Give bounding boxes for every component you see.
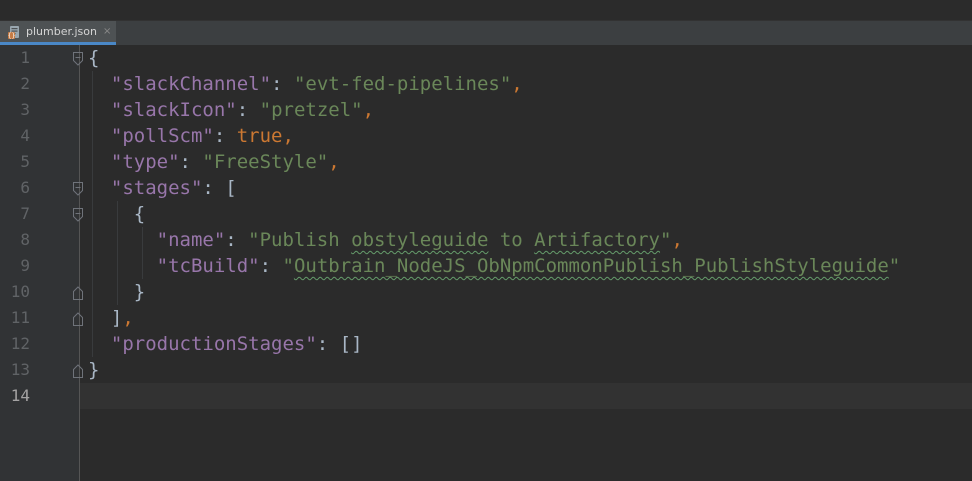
close-icon[interactable]: × [103,26,111,37]
code-line[interactable]: "productionStages": [] [88,331,363,357]
code-token: , [282,125,294,147]
code-line[interactable]: "tcBuild": "Outbrain_NodeJS_ObNpmCommonP… [88,253,901,279]
code-line[interactable]: "stages": [ [88,175,237,201]
code-line[interactable]: "type": "FreeStyle", [88,149,340,175]
code-token: "pollScm" [110,125,214,147]
fold-collapse-icon[interactable] [72,181,84,196]
code-token: "productionStages" [110,333,317,355]
code-line[interactable]: "pollScm": true, [88,123,294,149]
code-token: , [122,307,134,329]
code-token: : [259,255,283,277]
fold-collapse-icon[interactable] [72,207,84,222]
code-token: "slackChannel" [110,73,272,95]
code-line[interactable]: } [88,279,145,305]
code-token: " [888,255,901,277]
code-token: , [362,99,375,121]
code-token: "tcBuild" [156,255,260,277]
json-file-icon: {} [8,25,22,39]
code-token: Outbrain_NodeJS_ObNpmCommonPublish_Publi… [293,255,889,277]
code-token: : [225,229,249,251]
line-number: 7 [20,204,30,223]
line-number: 2 [20,74,30,93]
code-token: , [671,229,683,251]
line-number: 8 [20,230,30,249]
code-line[interactable]: "slackChannel": "evt-fed-pipelines", [88,71,523,97]
code-token: } [88,281,146,303]
svg-text:{}: {} [8,32,15,39]
gutter-divider [79,45,80,481]
fold-end-icon[interactable] [72,285,84,300]
code-line[interactable]: } [88,357,99,383]
fold-collapse-icon[interactable] [72,51,84,66]
code-token: "FreeStyle" [202,151,329,173]
editor-tab-bar: {} plumber.json × [0,20,972,45]
fold-end-icon[interactable] [72,363,84,378]
tab-plumber-json[interactable]: {} plumber.json × [0,21,116,45]
line-number: 13 [10,360,30,379]
code-line[interactable]: { [88,201,145,227]
code-editor[interactable]: 1 2 3 4 5 6 7 8 9 10 11 12 13 14{ "slackChannel": "ev… [0,45,972,481]
code-token: { [88,47,100,69]
code-token: : [179,151,203,173]
code-token: : [271,73,294,95]
code-token: : [236,99,260,121]
code-token: " [282,255,294,277]
line-number: 10 [10,282,30,301]
code-token: "name" [156,229,226,251]
code-line[interactable]: { [88,45,99,71]
line-number: 12 [10,334,30,353]
code-token: Artifactory [534,229,661,251]
code-token: "Publish [248,229,352,251]
code-token: obstyleguide [351,229,489,251]
code-token: "pretzel" [259,99,363,121]
fold-end-icon[interactable] [72,311,84,326]
code-token: to [488,229,535,251]
code-token: , [511,73,523,95]
line-number: 3 [20,100,30,119]
code-token: { [88,203,146,225]
code-line[interactable]: "name": "Publish obstyleguide to Artifac… [88,227,683,253]
code-token: "type" [110,151,180,173]
current-line-highlight [80,383,972,409]
code-line[interactable]: ], [88,305,134,331]
code-token: " [660,229,672,251]
tab-filename: plumber.json [26,25,97,38]
code-token: : [ [202,177,237,199]
line-number: 9 [20,256,30,275]
line-number: 6 [20,178,30,197]
line-number: 4 [20,126,30,145]
line-number: 5 [20,152,30,171]
line-number: 14 [10,386,30,405]
line-number: 11 [10,308,30,327]
code-token: "evt-fed-pipelines" [293,73,512,95]
code-line[interactable]: "slackIcon": "pretzel", [88,97,374,123]
window-top-strip [0,0,972,20]
code-token: "stages" [110,177,203,199]
code-token: : [] [316,333,363,355]
code-token: } [88,359,100,381]
code-token: "slackIcon" [110,99,237,121]
line-number: 1 [20,48,30,67]
code-token: ] [88,307,123,329]
code-token: , [328,151,340,173]
code-token: : [213,125,237,147]
code-token: true [236,125,283,147]
